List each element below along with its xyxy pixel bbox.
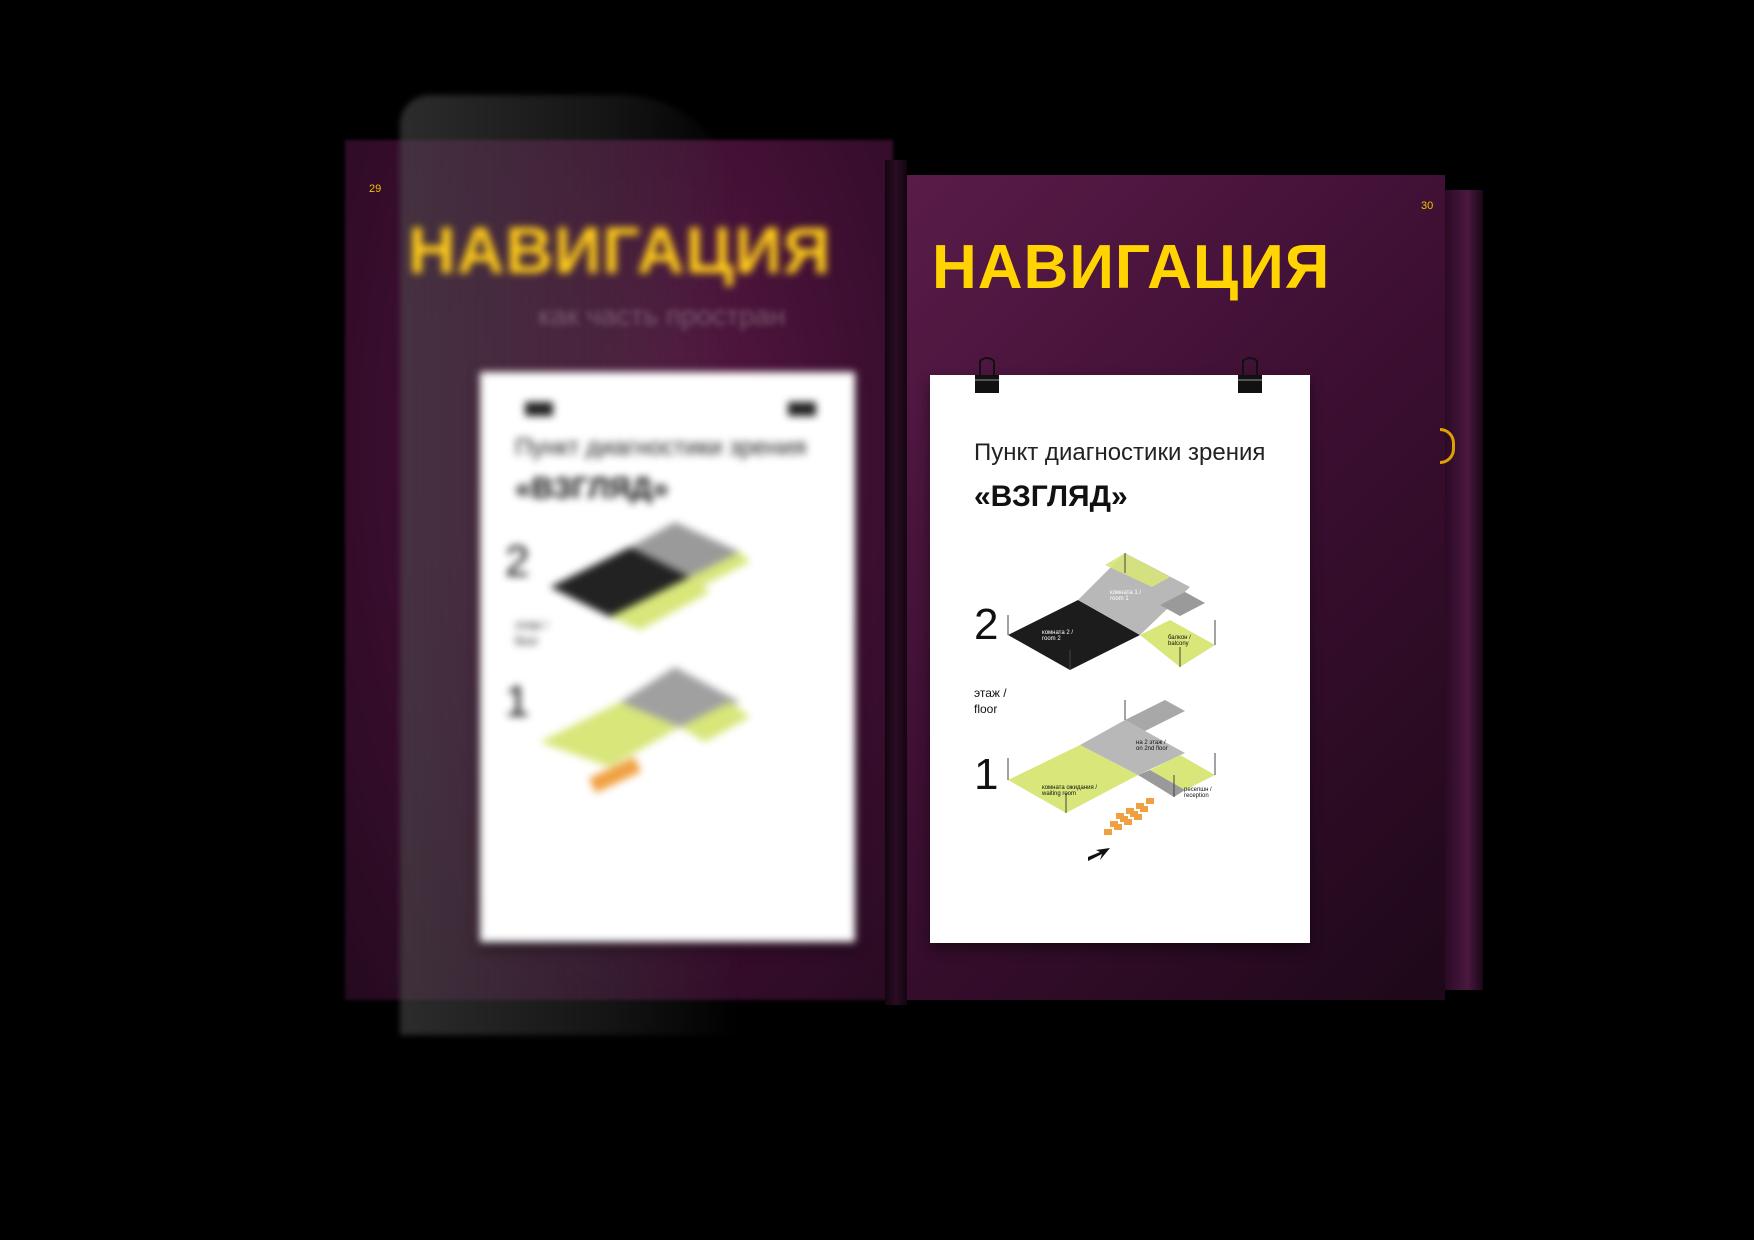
room-2-label: комната 2 / room 2: [1042, 630, 1074, 642]
left-floor-plan: [540, 522, 750, 793]
right-page-title: НАВИГАЦИЯ: [932, 233, 1331, 302]
page-stack-edge: [1445, 190, 1483, 990]
stairs-label: на 2 этаж / on 2nd floor: [1136, 740, 1168, 752]
waiting-room-label: комната ожидания / waiting room: [1042, 785, 1098, 797]
balcony-label: балкон / balcony: [1168, 635, 1191, 647]
right-floor-plan: [1007, 553, 1216, 835]
floor-number-1: 1: [974, 750, 999, 799]
floor-number-1: 1: [505, 677, 530, 726]
reception-label: ресепшн / reception: [1184, 787, 1212, 799]
floor-number-2: 2: [974, 600, 999, 649]
left-page-number: 29: [369, 183, 382, 195]
floor-label: этаж / floor: [974, 686, 1007, 716]
floor-number-2: 2: [505, 537, 530, 586]
right-page-number: 30: [1421, 200, 1434, 212]
book-gutter: [885, 160, 907, 1005]
left-page-title: НАВИГАЦИЯ: [408, 213, 832, 287]
right-poster: Пункт диагностики зрения «ВЗГЛЯД» 2 этаж…: [930, 357, 1310, 943]
left-poster: Пункт диагностики зрения «ВЗГЛЯД» 2 этаж…: [480, 372, 855, 942]
arrow-icon: [1088, 848, 1110, 861]
floor-label: этаж / floor: [515, 618, 548, 648]
left-page-subtitle: как часть простран: [538, 300, 786, 331]
room-1-label: комната 1 / room 1: [1110, 590, 1142, 602]
